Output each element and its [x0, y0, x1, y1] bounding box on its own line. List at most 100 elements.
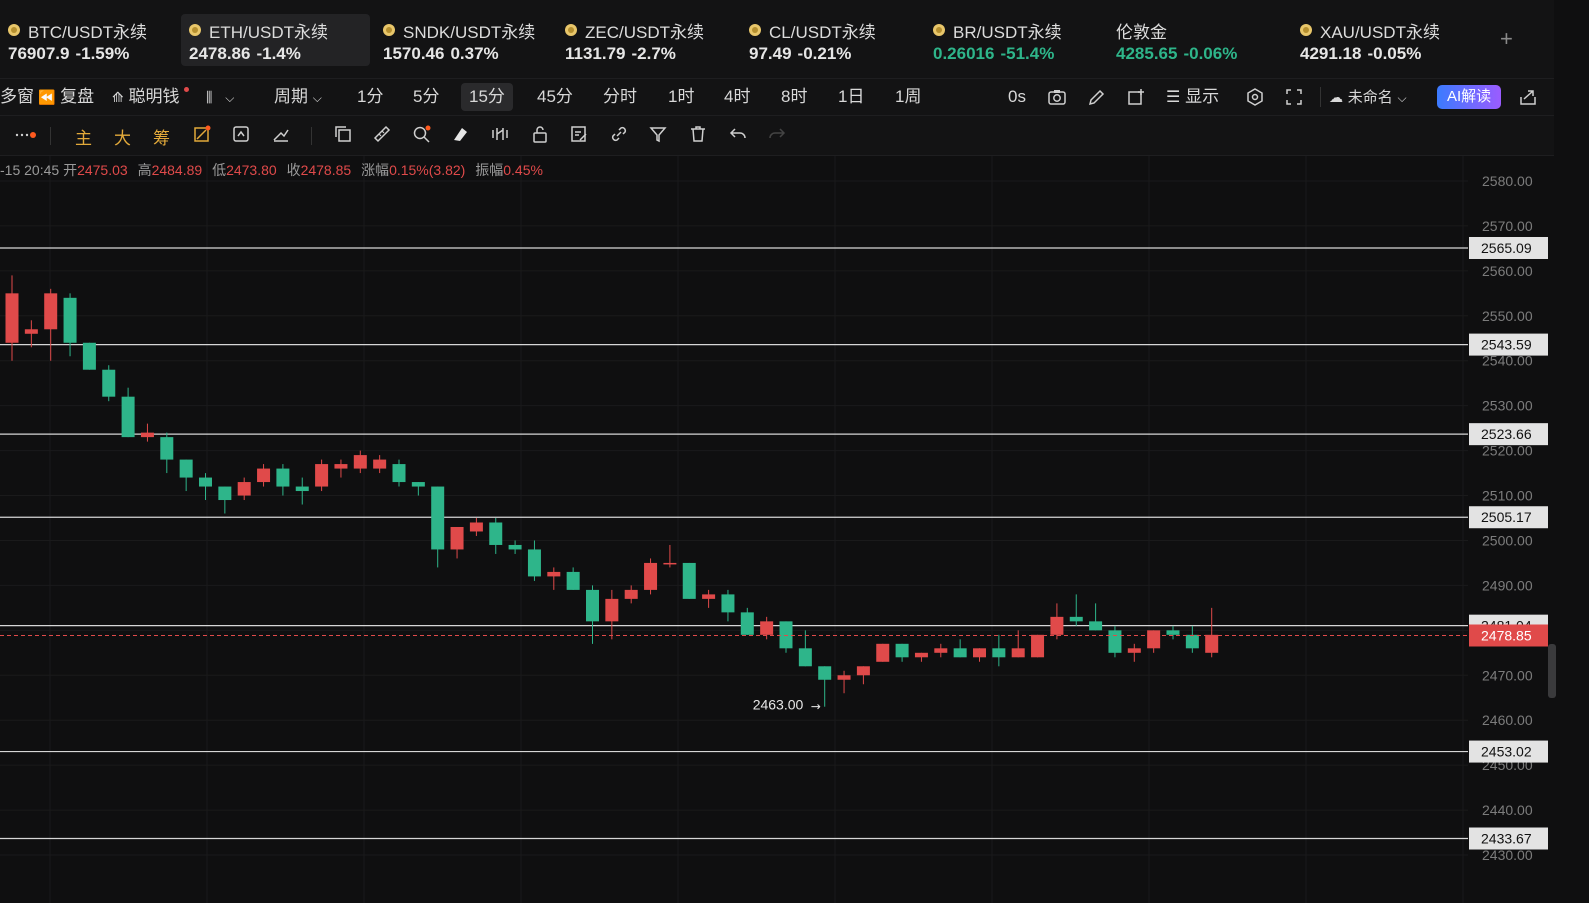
list-icon: ☰ — [1166, 89, 1181, 106]
candle-body — [24, 329, 38, 334]
y-tick-label: 2560.00 — [1482, 263, 1533, 279]
lock-icon[interactable] — [530, 124, 550, 146]
candle-body — [934, 648, 948, 653]
candle-body — [760, 621, 774, 635]
smart-money-button[interactable]: ⟰ 聪明钱 — [112, 79, 190, 115]
interval-5[interactable]: 1时 — [668, 79, 694, 115]
ohlc-readout: -15 20:45 开2475.03 高2484.89 低2473.80 收24… — [0, 162, 543, 178]
cloud-icon: ☁ — [1329, 89, 1343, 105]
settings-icon[interactable] — [1245, 79, 1265, 115]
interval-3[interactable]: 45分 — [537, 79, 573, 115]
ticker-7[interactable]: XAU/USDT永续 4291.18 -0.05% — [1292, 14, 1448, 66]
candle-body — [547, 571, 561, 577]
period-dropdown[interactable]: 周期 ⌵ — [274, 79, 322, 115]
interval-0[interactable]: 1分 — [357, 79, 383, 115]
candle-body — [721, 594, 735, 613]
candle-body — [624, 589, 638, 599]
eraser-icon[interactable] — [451, 124, 471, 146]
interval-4[interactable]: 分时 — [603, 79, 637, 115]
candle-body — [82, 342, 96, 370]
multi-window-button[interactable]: 多窗 — [0, 79, 34, 115]
more-dots-icon[interactable] — [14, 124, 38, 146]
ruler-icon[interactable] — [372, 124, 392, 146]
fullscreen-icon[interactable] — [1284, 79, 1304, 115]
ticker-2[interactable]: SNDK/USDT永续 1570.46 0.37% — [375, 14, 543, 66]
ticker-name: BR/USDT永续 — [933, 18, 1062, 42]
ai-interpret-button[interactable]: AI解读 — [1437, 85, 1502, 109]
candle-body — [489, 522, 503, 545]
candle-body — [295, 486, 309, 492]
add-window-icon[interactable] — [1126, 79, 1146, 115]
ticker-price: 1570.46 — [383, 44, 445, 63]
candle-body — [450, 526, 464, 550]
candle-body — [392, 464, 406, 483]
ticker-bar: BTC/USDT永续 76907.9 -1.59% ETH/USDT永续 2478.86… — [0, 0, 1554, 78]
candle-body — [5, 293, 19, 343]
filter-icon[interactable] — [648, 124, 668, 146]
candle-body — [199, 477, 212, 487]
candle-body — [179, 459, 193, 478]
ticker-symbol: 伦敦金 — [1116, 22, 1167, 42]
scrollbar-handle[interactable] — [1548, 644, 1556, 698]
interval-1[interactable]: 5分 — [413, 79, 439, 115]
auto-draw-icon[interactable] — [192, 124, 212, 146]
add-ticker-button[interactable]: + — [1500, 26, 1513, 52]
candle-body — [44, 293, 58, 330]
indicator-dropdown[interactable]: ⫼ ⌵ — [206, 79, 234, 115]
camera-icon[interactable] — [1047, 79, 1067, 115]
candlestick-chart[interactable]: 2430.002440.002450.002460.002470.002480.… — [0, 156, 1556, 903]
ticker-3[interactable]: ZEC/USDT永续 1131.79 -2.7% — [557, 14, 712, 66]
notification-dot — [184, 87, 190, 92]
replay-icon: ⏪ — [38, 89, 56, 105]
candle-body — [1205, 634, 1219, 653]
candle-body — [411, 482, 425, 487]
ticker-name: ZEC/USDT永续 — [565, 18, 704, 42]
ticker-1[interactable]: ETH/USDT永续 2478.86 -1.4% — [181, 14, 370, 66]
price-tag-label: 2505.17 — [1481, 509, 1532, 525]
copy-icon[interactable] — [333, 124, 353, 146]
interval-6[interactable]: 4时 — [724, 79, 750, 115]
replay-button[interactable]: ⏪ 复盘 — [38, 79, 94, 115]
magnet-icon[interactable] — [490, 124, 510, 146]
trend-tool-icon[interactable] — [271, 124, 291, 146]
candle-body — [566, 571, 580, 590]
interval-2[interactable]: 15分 — [461, 83, 513, 111]
y-tick-label: 2500.00 — [1482, 532, 1533, 548]
note-icon[interactable] — [569, 124, 589, 146]
main-indicator-button[interactable]: 主 — [75, 124, 92, 148]
trash-icon[interactable] — [688, 124, 708, 146]
ticker-0[interactable]: BTC/USDT永续 76907.9 -1.59% — [0, 14, 155, 66]
pencil-icon[interactable] — [1087, 79, 1107, 115]
candle-body — [315, 464, 329, 487]
candle-body — [798, 648, 812, 667]
share-icon[interactable] — [1518, 79, 1538, 115]
candle-body — [837, 675, 851, 680]
large-order-button[interactable]: 大 — [114, 124, 131, 148]
chips-button[interactable]: 筹 — [153, 124, 170, 148]
interval-7[interactable]: 8时 — [781, 79, 807, 115]
ticker-5[interactable]: BR/USDT永续 0.26016 -51.4% — [925, 14, 1070, 66]
display-button[interactable]: ☰ 显示 — [1166, 79, 1219, 115]
coin-icon — [8, 24, 20, 36]
price-tag-label: 2565.09 — [1481, 240, 1532, 256]
undo-icon[interactable] — [728, 124, 748, 146]
interval-8[interactable]: 1日 — [838, 79, 864, 115]
candle-body — [914, 652, 928, 658]
layout-dropdown[interactable]: ☁ 未命名 ⌵ — [1329, 79, 1407, 115]
ticker-4[interactable]: CL/USDT永续 97.49 -0.21% — [741, 14, 884, 66]
zoom-in-icon[interactable] — [412, 124, 432, 146]
ticker-6[interactable]: 伦敦金 4285.65 -0.06% — [1108, 14, 1251, 66]
link-icon[interactable] — [609, 124, 629, 146]
chart-canvas[interactable]: 2430.002440.002450.002460.002470.002480.… — [0, 156, 1554, 903]
coin-icon — [565, 24, 577, 36]
ticker-change: -0.05% — [1367, 44, 1422, 63]
candle-body — [1089, 621, 1103, 631]
interval-9[interactable]: 1周 — [895, 79, 921, 115]
candle-body — [1127, 648, 1141, 653]
candle-body — [895, 643, 909, 658]
candle-body — [63, 297, 77, 343]
y-tick-label: 2470.00 — [1482, 667, 1533, 683]
redo-icon[interactable] — [767, 124, 787, 146]
sync-icon[interactable] — [231, 124, 251, 146]
ticker-change: -1.59% — [75, 44, 130, 63]
